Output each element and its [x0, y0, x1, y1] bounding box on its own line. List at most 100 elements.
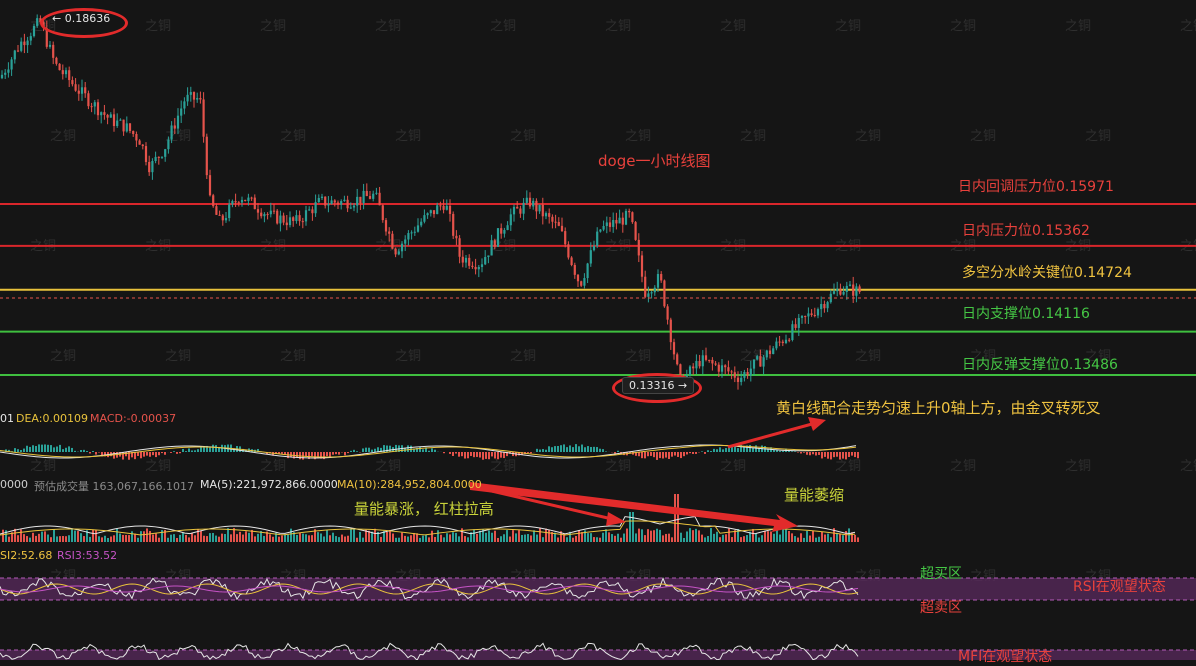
macd-bar	[809, 452, 811, 455]
macd-bar	[656, 452, 658, 460]
volume-bar	[536, 535, 538, 542]
macd-bar	[644, 452, 646, 458]
macd-bar	[842, 452, 844, 459]
macd-bar	[827, 452, 829, 459]
watermark-text: 之铜	[855, 129, 881, 144]
volume-bar	[668, 534, 670, 542]
volume-bar	[59, 536, 61, 542]
volume-bar	[224, 534, 226, 542]
volume-bar	[515, 533, 517, 542]
volume-bar	[341, 535, 343, 542]
macd-bar	[212, 445, 214, 452]
volume-bar	[116, 529, 118, 542]
macd-bar	[296, 452, 298, 457]
volume-bar	[656, 529, 658, 542]
macd-bar	[851, 452, 853, 456]
macd-bar	[176, 452, 178, 454]
candle-body	[417, 225, 419, 231]
macd-bar	[494, 452, 496, 458]
volume-bar	[521, 535, 523, 542]
watermark-text: 之铜	[490, 459, 516, 474]
volume-bar	[743, 536, 745, 542]
volume-bar	[779, 535, 781, 542]
candle-body	[699, 361, 701, 366]
volume-bar	[476, 534, 478, 542]
volume-bar	[8, 537, 10, 542]
candle-body	[4, 73, 6, 75]
volume-bar	[386, 532, 388, 542]
volume-bar	[146, 528, 148, 542]
macd-bar	[677, 452, 679, 457]
macd-bar	[407, 445, 409, 452]
candle-body	[577, 275, 579, 281]
candle-body	[465, 258, 467, 263]
volume-estimate: 预估成交量 163,067,166.1017	[34, 478, 194, 494]
macd-bar	[62, 449, 64, 452]
macd-bar	[803, 452, 805, 453]
macd-bar	[137, 452, 139, 456]
candle-body	[283, 216, 285, 223]
volume-bar	[71, 528, 73, 542]
macd-bar	[29, 447, 31, 452]
macd-bar	[668, 452, 670, 459]
watermark-text: 之铜	[375, 19, 401, 34]
volume-bar	[335, 536, 337, 542]
candle-body	[708, 360, 710, 361]
volume-bar	[155, 534, 157, 542]
watermark-text: 之铜	[1065, 19, 1091, 34]
volume-bar	[677, 494, 679, 542]
volume-bar	[611, 534, 613, 542]
candle-body	[388, 232, 390, 234]
candle-body	[142, 145, 144, 146]
candle-body	[395, 249, 397, 255]
volume-bar	[746, 535, 748, 542]
candle-body	[331, 200, 333, 204]
macd-bar	[158, 452, 160, 455]
macd-bar	[572, 447, 574, 452]
watermark-text: 之铜	[490, 19, 516, 34]
candle-body	[615, 220, 617, 223]
candle-body	[606, 222, 608, 226]
macd-bar	[476, 452, 478, 457]
macd-bar	[80, 450, 82, 452]
watermark-text: 之铜	[740, 129, 766, 144]
macd-bar	[683, 452, 685, 456]
candle-body	[379, 193, 381, 205]
macd-bar	[143, 452, 145, 457]
candle-body	[177, 116, 179, 129]
candle-body	[625, 211, 627, 225]
candle-body	[263, 214, 265, 216]
volume-bar	[209, 533, 211, 542]
volume-bar	[449, 534, 451, 542]
macd-bar	[542, 449, 544, 452]
volume-bar	[446, 533, 448, 542]
watermark-text: 之铜	[1180, 19, 1196, 34]
candle-body	[190, 92, 192, 95]
candle-body	[500, 228, 502, 233]
watermark-text: 之铜	[970, 129, 996, 144]
volume-bar	[785, 529, 787, 542]
candle-body	[78, 91, 80, 94]
candle-body	[161, 157, 163, 158]
volume-bar	[179, 535, 181, 542]
macd-bar	[65, 448, 67, 452]
volume-bar	[104, 536, 106, 542]
volume-bar	[194, 535, 196, 542]
volume-bar	[308, 535, 310, 542]
candle-body	[30, 36, 32, 40]
macd-bar	[782, 451, 784, 452]
volume-bar	[689, 528, 691, 542]
volume-bar	[158, 538, 160, 542]
volume-bar	[128, 535, 130, 542]
volume-bar	[374, 529, 376, 542]
volume-bar	[443, 537, 445, 542]
volume-bar	[635, 533, 637, 542]
watermark-text: 之铜	[605, 19, 631, 34]
candle-body	[299, 215, 301, 221]
volume-bar	[752, 529, 754, 542]
macd-bar	[797, 452, 799, 453]
volume-bar	[641, 529, 643, 542]
candle-body	[660, 274, 662, 280]
candle-body	[564, 231, 566, 244]
candle-body	[183, 101, 185, 108]
